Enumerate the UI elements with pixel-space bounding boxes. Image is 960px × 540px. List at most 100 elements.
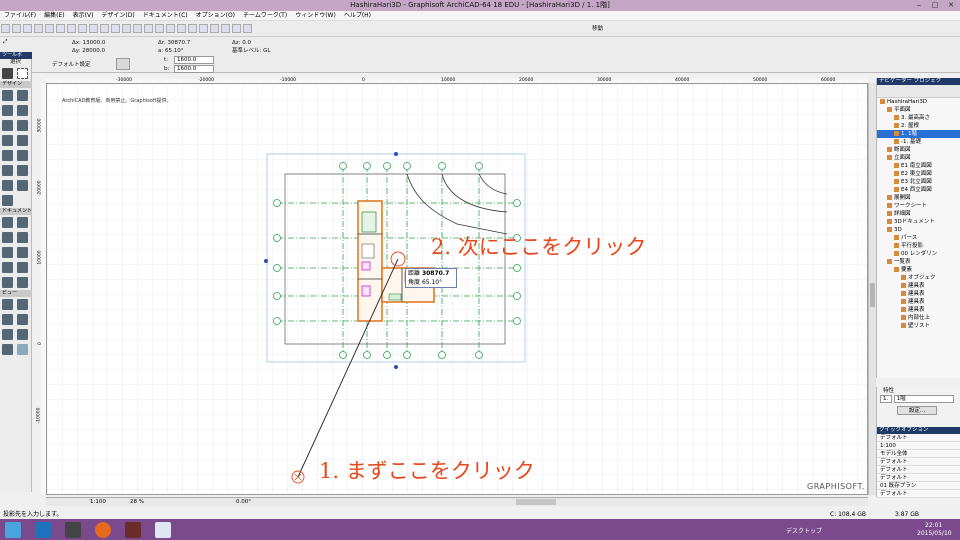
tree-item[interactable]: 内部仕上 — [877, 314, 960, 322]
menu-window[interactable]: ウィンドウ(W) — [291, 11, 340, 21]
vertical-scrollbar[interactable] — [868, 83, 876, 495]
column-settings-icon[interactable] — [116, 58, 130, 70]
angle-display[interactable]: 0.00° — [236, 498, 251, 507]
horizontal-scroll-thumb[interactable] — [516, 499, 556, 505]
camera-app-icon[interactable] — [65, 522, 81, 538]
paste-icon[interactable] — [67, 24, 76, 33]
morph-tool-icon[interactable] — [17, 180, 28, 191]
fit-window-icon[interactable] — [232, 24, 241, 33]
desktop-label[interactable]: デスクトップ — [786, 526, 822, 535]
menu-help[interactable]: ヘルプ(H) — [340, 11, 375, 21]
hotspot-tool-icon[interactable] — [17, 277, 28, 288]
quick-option[interactable]: 1:100 — [877, 442, 960, 450]
menu-design[interactable]: デザイン(D) — [97, 11, 138, 21]
mesh-tool-icon[interactable] — [17, 165, 28, 176]
change-tool-icon[interactable] — [17, 329, 28, 340]
tree-item[interactable]: 1. 1階 — [877, 130, 960, 138]
undo-icon[interactable] — [78, 24, 87, 33]
tree-item[interactable]: E4 西立面図 — [877, 186, 960, 194]
minimize-button[interactable]: ‒ — [912, 0, 926, 11]
quick-option[interactable]: デフォルト — [877, 474, 960, 482]
tree-item[interactable]: 平面図 — [877, 106, 960, 114]
tree-item[interactable]: 展開図 — [877, 194, 960, 202]
archicad-icon[interactable] — [125, 522, 141, 538]
worksheet-tool-icon[interactable] — [17, 314, 28, 325]
label-tool-icon[interactable] — [17, 232, 28, 243]
wall-tool-icon[interactable] — [2, 90, 13, 101]
tracker[interactable]: 距離 30870.7 角度 65.10° — [405, 268, 457, 288]
dimension-tool-icon[interactable] — [2, 217, 13, 228]
menu-view[interactable]: 表示(V) — [69, 11, 98, 21]
grid-tool-icon[interactable] — [17, 344, 28, 355]
detail-tool-icon[interactable] — [2, 329, 13, 340]
tracker-angle-value[interactable]: 65.10° — [422, 279, 442, 286]
layer-icon[interactable] — [111, 24, 120, 33]
arrow-tool-icon[interactable] — [2, 68, 13, 79]
tree-item[interactable]: パース — [877, 234, 960, 242]
tree-item[interactable]: 建具表 — [877, 282, 960, 290]
interior-elev-tool-icon[interactable] — [2, 314, 13, 325]
close-button[interactable]: ✕ — [944, 0, 958, 11]
settings-button[interactable]: 設定... — [897, 406, 937, 415]
move-label[interactable]: 移動 — [592, 26, 603, 33]
polyline-tool-icon[interactable] — [17, 262, 28, 273]
lamp-tool-icon[interactable] — [2, 195, 13, 206]
graphisoft-icon[interactable] — [155, 522, 171, 538]
props-header[interactable]: 特性 — [877, 387, 960, 395]
print-icon[interactable] — [34, 24, 43, 33]
floor-number-field[interactable]: 1. — [880, 395, 892, 403]
3d-window-icon[interactable] — [210, 24, 219, 33]
quick-option[interactable]: デフォルト — [877, 490, 960, 498]
level-dim-tool-icon[interactable] — [17, 217, 28, 228]
slab-tool-icon[interactable] — [2, 135, 13, 146]
tree-item[interactable]: 立面図 — [877, 154, 960, 162]
marquee-tool-icon[interactable] — [17, 68, 28, 79]
tree-item[interactable]: HashiraHari3D — [877, 98, 960, 106]
elevation-tool-icon[interactable] — [17, 299, 28, 310]
pen-icon[interactable] — [122, 24, 131, 33]
tree-item[interactable]: 2. 屋根 — [877, 122, 960, 130]
line-tool-icon[interactable] — [17, 247, 28, 258]
fill-tool-icon[interactable] — [2, 247, 13, 258]
column-tool-icon[interactable] — [2, 105, 13, 116]
shell-tool-icon[interactable] — [2, 165, 13, 176]
zoom-icon[interactable]: ⤢ — [3, 39, 7, 46]
tree-item[interactable]: 3. 最高高さ — [877, 114, 960, 122]
tree-item[interactable]: E2 東立面図 — [877, 170, 960, 178]
floor-name-field[interactable]: 1階 — [893, 395, 954, 403]
t-field[interactable]: 1600.0 — [174, 56, 214, 64]
cut-icon[interactable] — [45, 24, 54, 33]
maximize-button[interactable]: □ — [928, 0, 942, 11]
grid-snap-icon[interactable] — [155, 24, 164, 33]
menu-teamwork[interactable]: チームワーク(T) — [239, 11, 291, 21]
tree-item[interactable]: オブジェク — [877, 274, 960, 282]
ie-icon[interactable] — [35, 522, 51, 538]
tree-item[interactable]: 要素 — [877, 266, 960, 274]
menu-options[interactable]: オプション(O) — [192, 11, 239, 21]
curtainwall-tool-icon[interactable] — [2, 180, 13, 191]
section-tool-icon[interactable] — [2, 299, 13, 310]
suspend-groups-icon[interactable] — [166, 24, 175, 33]
stair-tool-icon[interactable] — [17, 120, 28, 131]
tree-item[interactable]: 3Dドキュメント — [877, 218, 960, 226]
b-field[interactable]: 1600.0 — [174, 65, 214, 73]
floor-up-icon[interactable] — [177, 24, 186, 33]
copy-icon[interactable] — [56, 24, 65, 33]
section-icon[interactable] — [199, 24, 208, 33]
menu-edit[interactable]: 編集(E) — [40, 11, 68, 21]
tree-item[interactable]: 3D — [877, 226, 960, 234]
text-tool-icon[interactable] — [2, 232, 13, 243]
tree-item[interactable]: 壁リスト — [877, 322, 960, 330]
new-icon[interactable] — [1, 24, 10, 33]
tree-item[interactable]: 詳細図 — [877, 210, 960, 218]
clock-time[interactable]: 22:01 — [925, 522, 942, 529]
window-tool-icon[interactable] — [17, 105, 28, 116]
quick-option[interactable]: モデル全体 — [877, 450, 960, 458]
magic-wand-icon[interactable] — [100, 24, 109, 33]
quick-option[interactable]: デフォルト — [877, 434, 960, 442]
quick-option[interactable]: デフォルト — [877, 466, 960, 474]
tree-item[interactable]: 建具表 — [877, 306, 960, 314]
save-icon[interactable] — [23, 24, 32, 33]
render-icon[interactable] — [221, 24, 230, 33]
camera-tool-icon[interactable] — [2, 344, 13, 355]
